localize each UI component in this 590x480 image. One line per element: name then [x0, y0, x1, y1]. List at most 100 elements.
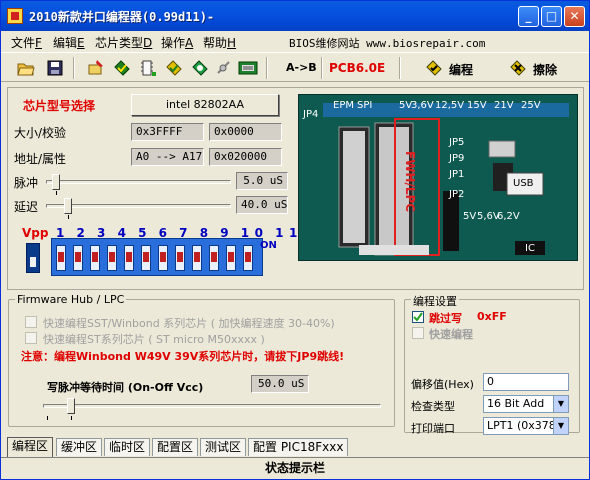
st-fast-label: 快速编程ST系列芯片 ( ST micro M50xxxx ) [43, 333, 265, 346]
voltage-3-6v-label: 3,6V [411, 100, 434, 111]
blank-check-icon[interactable] [139, 59, 157, 77]
tab-temp-area[interactable]: 临时区 [104, 438, 151, 456]
erase-icon[interactable] [509, 59, 527, 77]
minimize-button[interactable]: _ [518, 6, 539, 27]
tab-config-area[interactable]: 配置区 [152, 438, 199, 456]
sst-winbond-fast-label: 快速编程SST/Winbond 系列芯片 ( 加快编程速度 30-40%) [43, 317, 335, 330]
ic-label: IC [525, 243, 535, 254]
address-range-value: A0 --> A17 [131, 148, 204, 166]
winbond-notice: 注意：编程Winbond W49V 39V系列芯片时，请拔下JP9跳线! [21, 350, 345, 363]
toolbar-separator [73, 57, 75, 79]
app-icon [7, 8, 23, 24]
delay-label: 延迟 [14, 200, 39, 214]
open-folder-icon[interactable] [17, 59, 35, 77]
pcb-drawing [323, 103, 569, 256]
jp1-label: JP1 [449, 169, 465, 180]
read-chip-icon[interactable] [87, 59, 105, 77]
spi-label: SPI [357, 100, 373, 111]
offset-input[interactable]: 0 [483, 373, 569, 391]
print-port-label: 打印端口 [411, 422, 455, 435]
maximize-button[interactable]: □ [541, 6, 562, 27]
dip-switch[interactable] [175, 245, 185, 271]
check-type-select[interactable]: 16 Bit Add ▼ [483, 395, 569, 413]
fast-program-checkbox[interactable] [412, 327, 424, 339]
jp2-label: JP2 [449, 189, 465, 200]
offset-label: 偏移值(Hex) [411, 378, 474, 391]
tab-program-area[interactable]: 编程区 [7, 437, 54, 457]
menu-help[interactable]: 帮助H [203, 34, 236, 51]
program-button[interactable]: 编程 [449, 61, 473, 78]
menu-operation[interactable]: 操作A [161, 34, 193, 51]
st-fast-checkbox[interactable] [25, 332, 37, 344]
dip-switch[interactable] [73, 245, 83, 271]
toolbar: A->B PCB6.0E 编程 擦除 [1, 52, 589, 82]
check-type-label: 检查类型 [411, 400, 455, 413]
dip-switch-block[interactable] [51, 238, 263, 276]
chip-select-title: 芯片型号选择 [23, 99, 96, 113]
vpp-switch[interactable] [26, 243, 40, 273]
usb-label: USB [513, 178, 534, 189]
close-button[interactable]: ✕ [564, 6, 585, 27]
jp5-label: JP5 [449, 137, 465, 148]
epm-label: EPM [333, 100, 354, 111]
checksum-value: 0x0000 [209, 123, 282, 141]
jp4-label: JP4 [303, 109, 319, 120]
save-icon[interactable] [46, 59, 64, 77]
voltage-21v-label: 21V [494, 100, 514, 111]
pulse-label: 脉冲 [14, 176, 39, 190]
dip-switch[interactable] [226, 245, 236, 271]
status-bar: 状态提示栏 [1, 457, 589, 479]
program-settings-group: 编程设置 跳过写 0xFF 快速编程 偏移值(Hex) 0 检查类型 16 Bi… [404, 293, 580, 435]
connect-icon[interactable] [215, 59, 233, 77]
toolbar-separator [399, 57, 401, 79]
delay-value: 40.0 uS [236, 196, 288, 214]
dip-switch[interactable] [124, 245, 134, 271]
tab-test-area[interactable]: 测试区 [200, 438, 247, 456]
voltage-25v-label: 25V [521, 100, 541, 111]
attribute-value: 0x020000 [209, 148, 282, 166]
firmware-hub-group: Firmware Hub / LPC 快速编程SST/Winbond 系列芯片 … [8, 293, 395, 427]
tab-buffer-area[interactable]: 缓冲区 [56, 438, 103, 456]
voltage-15v-label: 15V [467, 100, 487, 111]
skip-write-label: 跳过写 [429, 312, 462, 325]
print-port-select[interactable]: LPT1 (0x378) ▼ [483, 417, 569, 435]
skip-write-checkbox[interactable] [412, 311, 424, 323]
dip-switch[interactable] [141, 245, 151, 271]
chip-panel: 芯片型号选择 intel 82802AA 大小/校验 0x3FFFF 0x000… [7, 87, 584, 290]
program-icon[interactable] [425, 59, 443, 77]
protect-icon[interactable] [191, 59, 209, 77]
dip-switch[interactable] [90, 245, 100, 271]
voltage-12-5v-label: 12,5V [435, 100, 465, 111]
pcb-version-label: PCB6.0E [329, 61, 386, 75]
size-value: 0x3FFFF [131, 123, 204, 141]
verify-chip-icon[interactable] [113, 59, 131, 77]
auto-program-icon[interactable] [165, 59, 183, 77]
chip-model-button[interactable]: intel 82802AA [131, 94, 279, 116]
copy-a-to-b-button[interactable]: A->B [286, 61, 317, 74]
skip-write-value: 0xFF [477, 310, 507, 323]
dip-switch[interactable] [243, 245, 253, 271]
menu-edit[interactable]: 编辑E [53, 34, 85, 51]
website-text: BIOS维修网站 www.biosrepair.com [289, 37, 486, 50]
menu-chip-type[interactable]: 芯片类型D [95, 34, 152, 51]
menu-file[interactable]: 文件F [11, 34, 42, 51]
fwh-lpc-socket-label: FWH/LPC [403, 151, 417, 213]
chip-info-icon[interactable] [238, 59, 258, 77]
write-pulse-wait-value: 50.0 uS [251, 375, 309, 393]
sst-winbond-fast-checkbox[interactable] [25, 316, 37, 328]
program-settings-title: 编程设置 [411, 293, 459, 309]
dip-switch[interactable] [209, 245, 219, 271]
dip-switch[interactable] [56, 245, 66, 271]
dip-switch[interactable] [192, 245, 202, 271]
chevron-down-icon[interactable]: ▼ [553, 418, 568, 434]
window-title: 2010新款并口编程器(0.99d11)- [29, 10, 215, 24]
title-bar[interactable]: 2010新款并口编程器(0.99d11)- _ □ ✕ [1, 1, 589, 31]
chevron-down-icon[interactable]: ▼ [553, 396, 568, 412]
fast-program-label: 快速编程 [429, 328, 473, 341]
tab-config-pic18[interactable]: 配置 PIC18Fxxx [248, 438, 349, 456]
main-window: 2010新款并口编程器(0.99d11)- _ □ ✕ 文件F 编辑E 芯片类型… [0, 0, 590, 480]
dip-switch[interactable] [158, 245, 168, 271]
erase-button[interactable]: 擦除 [533, 61, 557, 78]
voltage-6-2v-label: 6,2V [497, 211, 520, 222]
dip-switch[interactable] [107, 245, 117, 271]
